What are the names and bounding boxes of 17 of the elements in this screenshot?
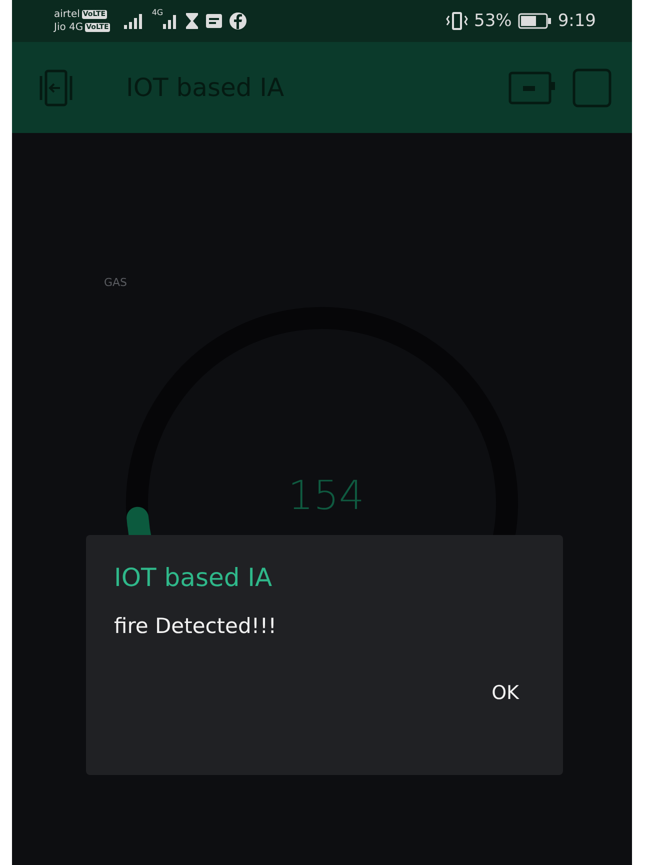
device-icon[interactable]	[508, 70, 556, 104]
carrier-name: airtel	[54, 8, 80, 21]
dialog-title: IOT based IA	[114, 563, 274, 592]
network-label: 4G	[152, 8, 164, 17]
vibrate-icon	[446, 11, 468, 31]
gauge-value: 154	[288, 473, 364, 519]
carrier-name: Jio 4G	[54, 21, 84, 34]
gauge-label: GAS	[104, 276, 128, 289]
message-icon	[205, 13, 224, 29]
hourglass-icon	[185, 12, 200, 30]
clock-time: 9:19	[558, 11, 596, 31]
ok-button[interactable]: OK	[478, 674, 533, 712]
battery-icon	[518, 12, 552, 30]
stop-icon[interactable]	[572, 68, 612, 108]
facebook-icon	[229, 12, 248, 30]
battery-percent: 53%	[474, 11, 512, 31]
dialog-message: fire Detected!!!	[114, 614, 278, 638]
